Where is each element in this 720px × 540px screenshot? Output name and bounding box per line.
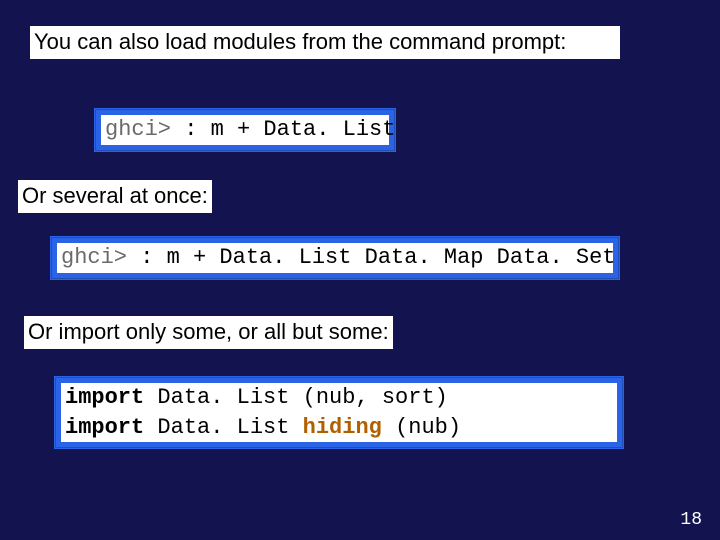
keyword-import: import (65, 415, 144, 440)
code-line: ghci> : m + Data. List Data. Map Data. S… (57, 243, 613, 273)
code-text: : m + Data. List Data. Map Data. Set (127, 245, 615, 270)
code-text: Data. List (nub, sort) (144, 385, 448, 410)
keyword-hiding: hiding (303, 415, 382, 440)
page-number: 18 (680, 510, 702, 530)
code-text: Data. List (144, 415, 302, 440)
code-block-single-module: ghci> : m + Data. List (94, 108, 396, 152)
intro-text-2: Or several at once: (18, 180, 212, 213)
code-text: (nub) (382, 415, 461, 440)
ghci-prompt: ghci> (105, 117, 171, 142)
ghci-prompt: ghci> (61, 245, 127, 270)
intro-text-1: You can also load modules from the comma… (30, 26, 620, 59)
keyword-import: import (65, 385, 144, 410)
intro-text-3: Or import only some, or all but some: (24, 316, 393, 349)
code-line: ghci> : m + Data. List (101, 115, 389, 145)
code-block-import: import Data. List (nub, sort) import Dat… (54, 376, 624, 449)
code-block-multi-module: ghci> : m + Data. List Data. Map Data. S… (50, 236, 620, 280)
code-text: : m + Data. List (171, 117, 395, 142)
code-lines: import Data. List (nub, sort) import Dat… (61, 383, 617, 442)
